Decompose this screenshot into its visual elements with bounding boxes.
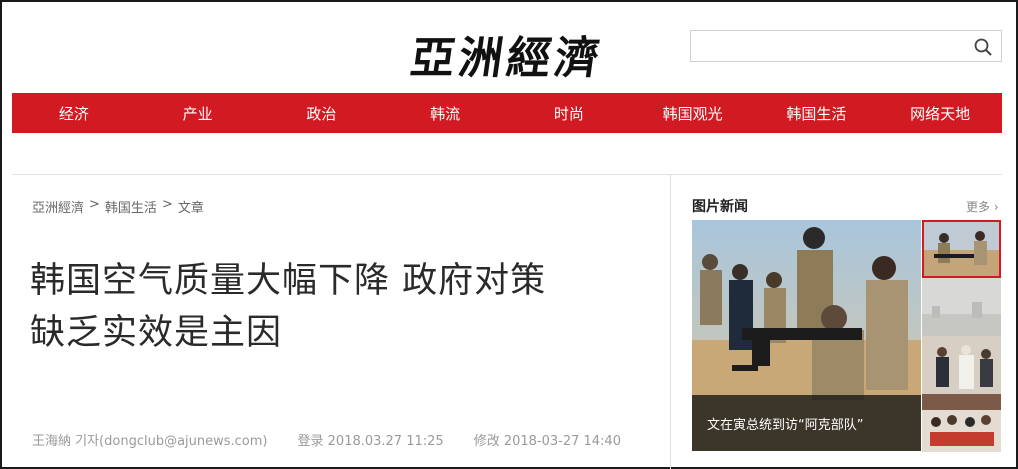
article-posted-time: 登录 2018.03.27 11:25 <box>297 434 444 449</box>
photo-thumbnails <box>922 220 1002 452</box>
nav-item-politics[interactable]: 政治 <box>260 93 384 133</box>
logo-wordmark: 亞洲經濟 <box>407 33 607 84</box>
article-modified-time: 修改 2018-03-27 14:40 <box>473 434 621 449</box>
search-icon[interactable] <box>973 37 993 57</box>
content-divider <box>12 174 1002 175</box>
more-link[interactable]: 更多 › <box>966 198 999 215</box>
site-logo[interactable]: 亞洲經濟 <box>400 18 615 84</box>
article-title: 韩国空气质量大幅下降 政府对策 缺乏实效是主因 <box>30 255 640 359</box>
nav-item-industry[interactable]: 产业 <box>136 93 260 133</box>
featured-photo-caption: 文在寅总统到访“阿克部队” <box>692 395 921 451</box>
breadcrumb-home[interactable]: 亞洲經濟 <box>32 197 84 216</box>
article-meta: 王海納 기자(dongclub@ajunews.com) 登录 2018.03.… <box>32 430 621 449</box>
nav-item-korea-life[interactable]: 韩国生活 <box>755 93 879 133</box>
nav-item-economy[interactable]: 经济 <box>12 93 136 133</box>
thumbnail-1[interactable] <box>922 220 1001 278</box>
article-author: 王海納 기자(dongclub@ajunews.com) <box>32 434 268 449</box>
nav-item-korea-tourism[interactable]: 韩国观光 <box>631 93 755 133</box>
thumbnail-2[interactable] <box>922 278 1001 336</box>
breadcrumb-section[interactable]: 韩国生活 <box>105 197 157 216</box>
breadcrumb-separator: > <box>161 197 173 212</box>
nav-item-fashion[interactable]: 时尚 <box>507 93 631 133</box>
search-input[interactable] <box>697 35 967 57</box>
article-title-line2: 缺乏实效是主因 <box>30 313 283 353</box>
breadcrumb: 亞洲經濟 > 韩国生活 > 文章 <box>32 197 204 216</box>
photo-fog-thumb-icon <box>922 278 1001 336</box>
main-nav: 经济 产业 政治 韩流 时尚 韩国观光 韩国生活 网络天地 <box>12 93 1002 133</box>
article-title-line1: 韩国空气质量大幅下降 政府对策 <box>30 261 547 301</box>
breadcrumb-current[interactable]: 文章 <box>178 197 204 216</box>
thumbnail-4[interactable] <box>922 394 1001 452</box>
column-divider <box>670 175 671 469</box>
photo-crowd-thumb-icon <box>922 394 1001 452</box>
photo-people-thumb-icon <box>922 336 1001 394</box>
breadcrumb-separator: > <box>89 197 100 212</box>
search-box[interactable] <box>690 30 1002 62</box>
photo-news-title: 图片新闻 <box>692 199 748 215</box>
featured-photo[interactable]: 文在寅总统到访“阿克部队” <box>692 220 921 451</box>
nav-item-internet[interactable]: 网络天地 <box>878 93 1002 133</box>
photo-soldiers-thumb-icon <box>922 220 1001 278</box>
thumbnail-3[interactable] <box>922 336 1001 394</box>
nav-item-hallyu[interactable]: 韩流 <box>383 93 507 133</box>
